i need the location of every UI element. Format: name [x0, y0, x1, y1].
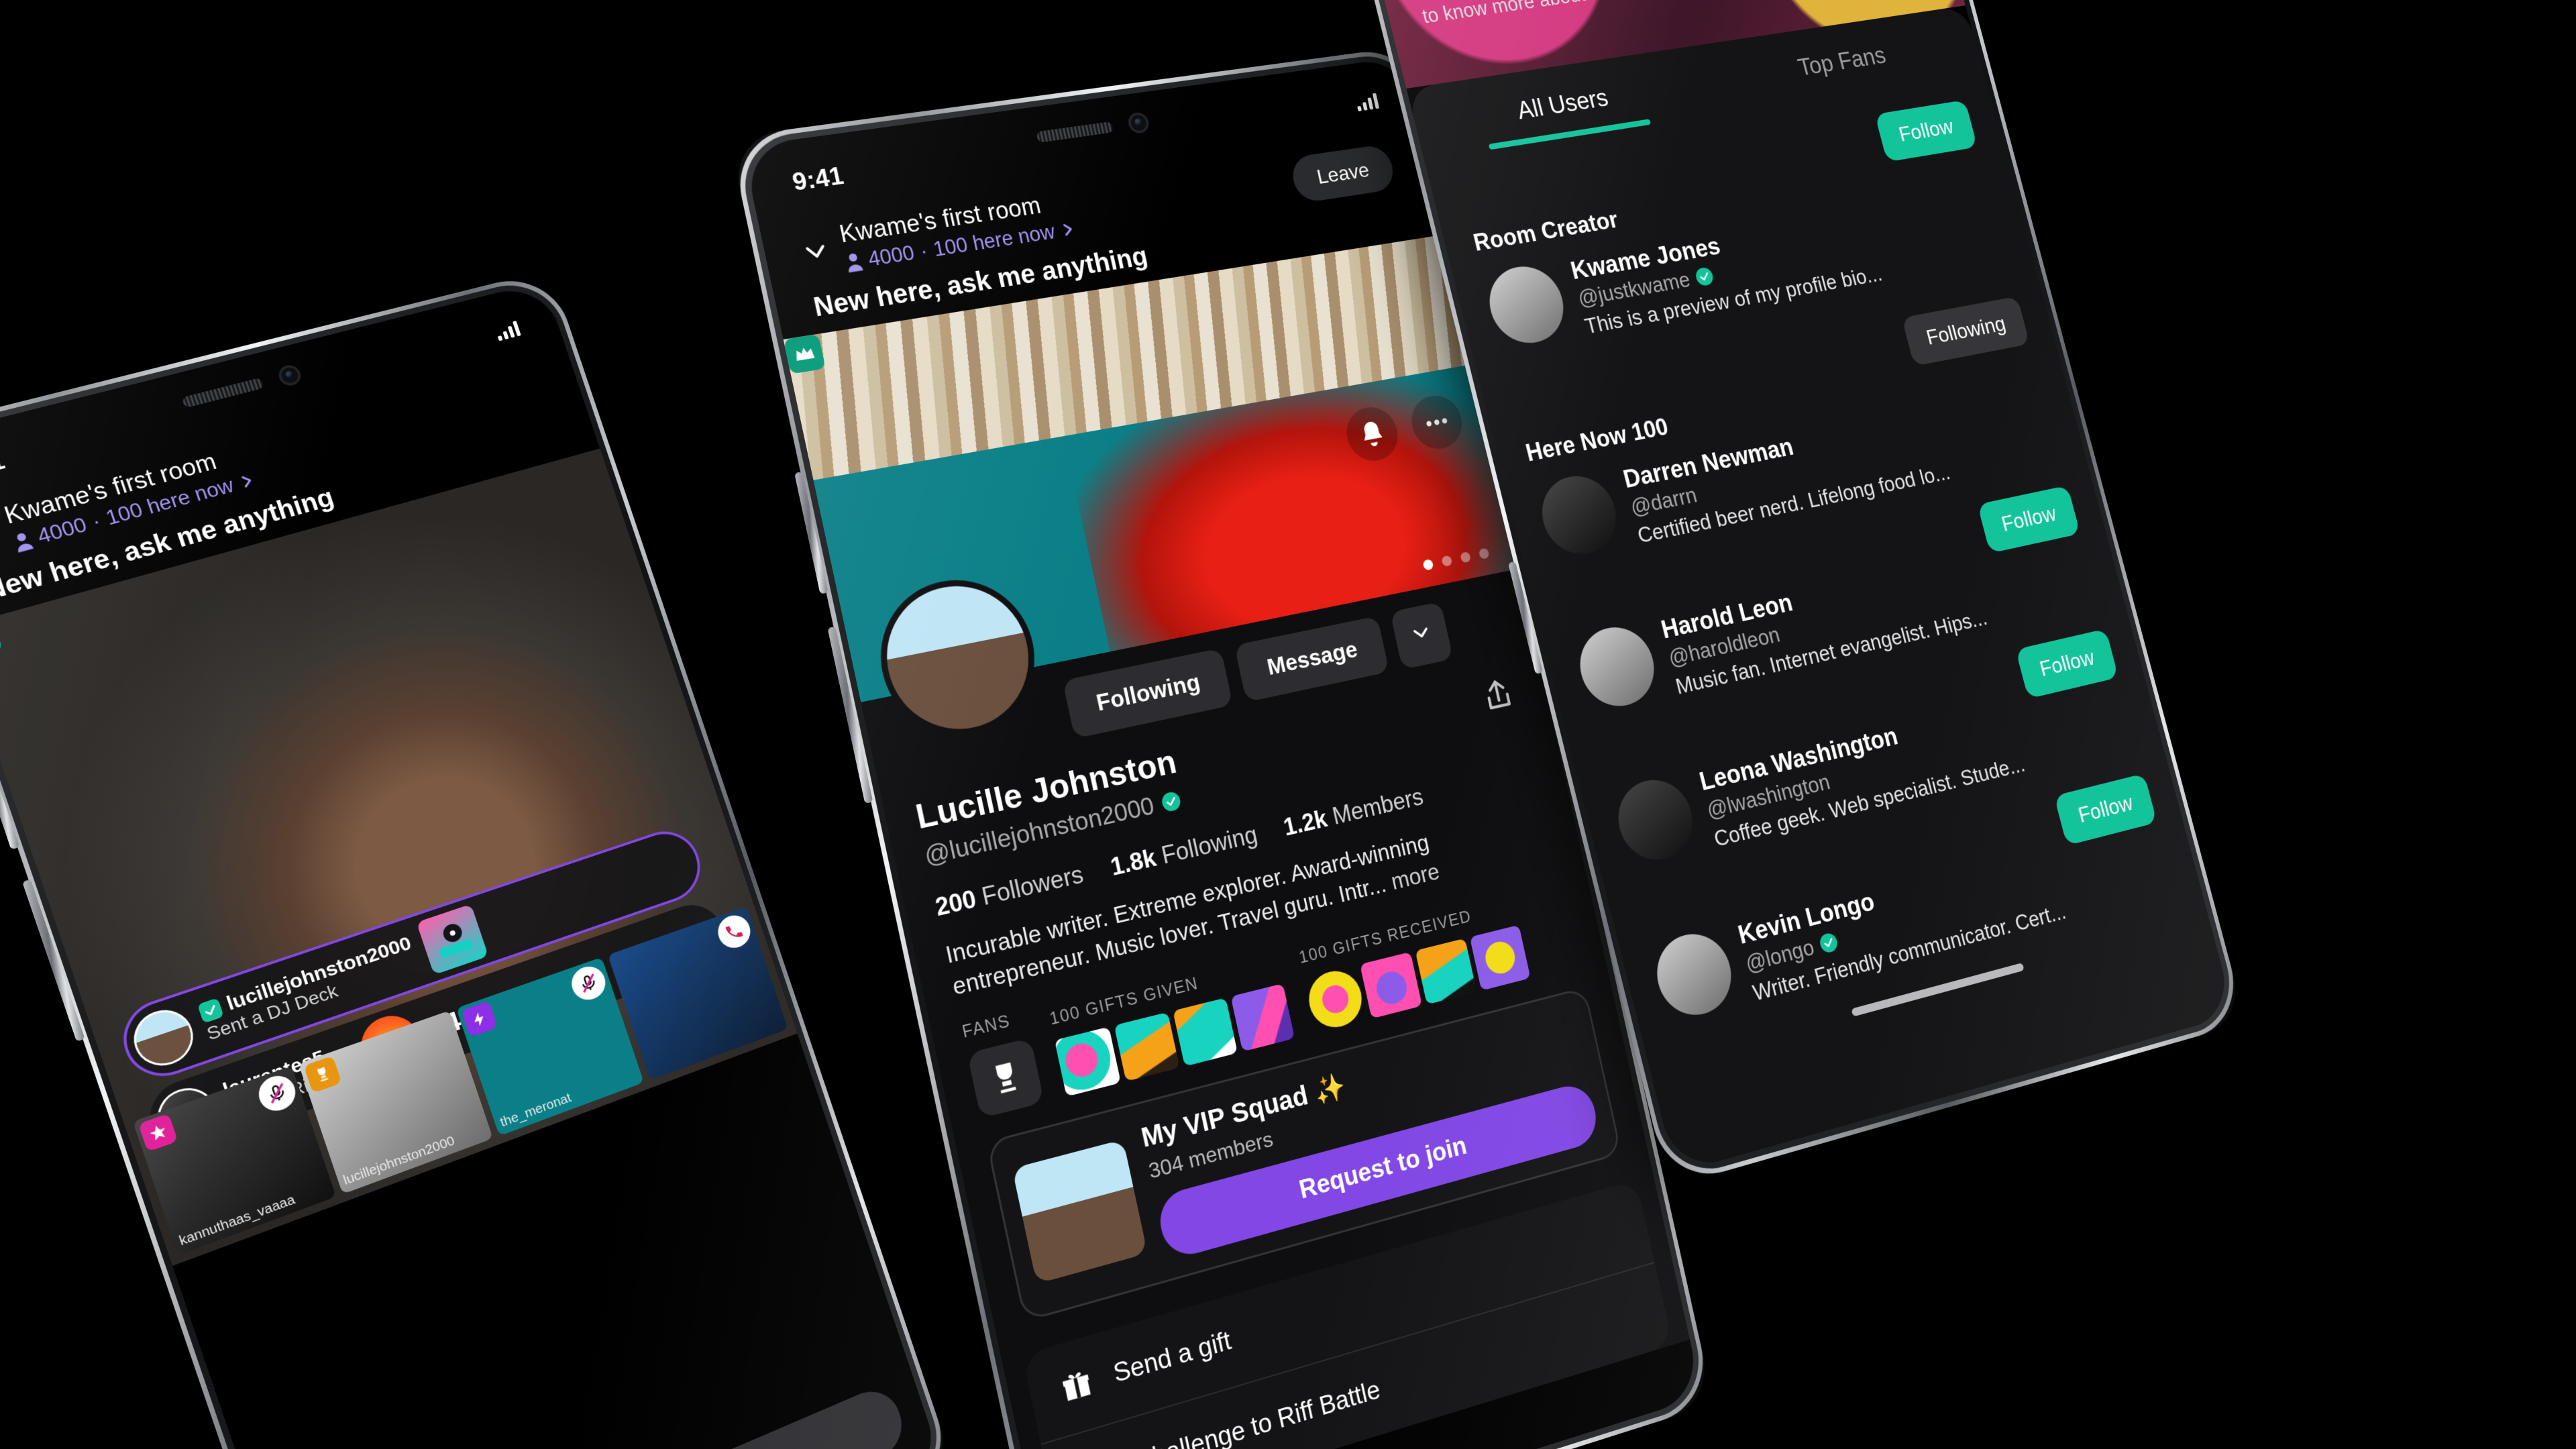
participant-tile[interactable]: lucillejohnston2000 — [298, 1010, 494, 1195]
guitar-sticker-icon — [1359, 951, 1422, 1019]
stat-following[interactable]: 1.8k Following — [1108, 820, 1260, 881]
gift-icon — [1061, 1369, 1092, 1401]
room-dot: · — [918, 239, 930, 263]
marketing-composition: 9:41 Kwame's first room 4000 · 100 here … — [0, 0, 2576, 1449]
participant-tile[interactable]: kannuthaas_vaaaa — [132, 1065, 336, 1256]
person-icon — [847, 253, 863, 273]
toast-username: laurentes5 — [220, 1046, 327, 1102]
toast-action: Sent a DJ Deck — [204, 980, 341, 1044]
room-dot: · — [89, 509, 104, 533]
avatar — [1648, 926, 1740, 1024]
trophy-icon[interactable] — [967, 1037, 1044, 1118]
dj-deck-gift-icon — [416, 904, 489, 975]
avatar — [1572, 621, 1662, 714]
trophy-badge-icon — [303, 1055, 342, 1093]
gifts-given-stickers[interactable] — [1054, 983, 1295, 1097]
mic-off-icon[interactable] — [254, 1071, 300, 1116]
end-call-icon[interactable] — [713, 911, 755, 953]
verified-badge-icon — [1160, 790, 1183, 813]
hand-sticker-icon — [1303, 965, 1367, 1033]
chevron-right-icon — [236, 470, 257, 492]
toast-username: lucillejohnston2000 — [223, 932, 415, 1015]
gem-sticker-icon — [1173, 997, 1238, 1067]
crown-sticker-icon — [1114, 1012, 1180, 1081]
more-actions-button[interactable] — [1390, 601, 1454, 670]
riff-fire-gift-icon: RIFF — [354, 1008, 428, 1081]
fans-group: FANS — [961, 1007, 1044, 1118]
profile-avatar[interactable] — [866, 567, 1049, 749]
verified-badge-icon — [197, 998, 224, 1024]
notification-bell-button[interactable] — [1341, 403, 1403, 466]
participant-name: kannuthaas_vaaaa — [177, 1192, 297, 1249]
mic-off-icon[interactable] — [567, 962, 610, 1005]
participant-name: lucillejohnston2000 — [341, 1133, 457, 1188]
gifts-given-label: 100 GIFTS GIVEN — [1048, 973, 1200, 1029]
toast-action: Sent a Riff Fire — [227, 1059, 358, 1122]
graffiti-sticker-icon — [1054, 1026, 1121, 1097]
avatar — [126, 1002, 201, 1074]
menu-item-label: Challenge to Riff Battle — [1132, 1375, 1383, 1449]
avatar — [1610, 772, 1701, 868]
sneaker-sticker-icon — [1415, 938, 1477, 1004]
vip-squad-thumbnail — [1012, 1139, 1148, 1284]
verified-badge-icon — [1818, 931, 1839, 955]
profile-handle: @lucillejohnston2000 — [922, 792, 1157, 870]
bolt-badge-icon — [461, 1000, 498, 1038]
heart-sticker-icon — [1469, 924, 1531, 991]
hero-description-text: I'm new to Riff, come say hi and introdu… — [1413, 0, 1902, 28]
avatar — [1534, 470, 1625, 561]
gifts-given-group: 100 GIFTS GIVEN — [1048, 954, 1295, 1097]
chevron-down-icon[interactable] — [800, 237, 832, 268]
avatar — [150, 1080, 224, 1152]
status-time: 9:41 — [790, 162, 847, 197]
avatar — [1481, 261, 1572, 349]
status-time: 9:41 — [0, 447, 9, 487]
front-camera-icon — [1126, 111, 1151, 135]
crown-icon — [783, 333, 826, 374]
fistbump-sticker-icon — [1230, 983, 1295, 1052]
menu-item-label: Send a gift — [1110, 1326, 1234, 1389]
